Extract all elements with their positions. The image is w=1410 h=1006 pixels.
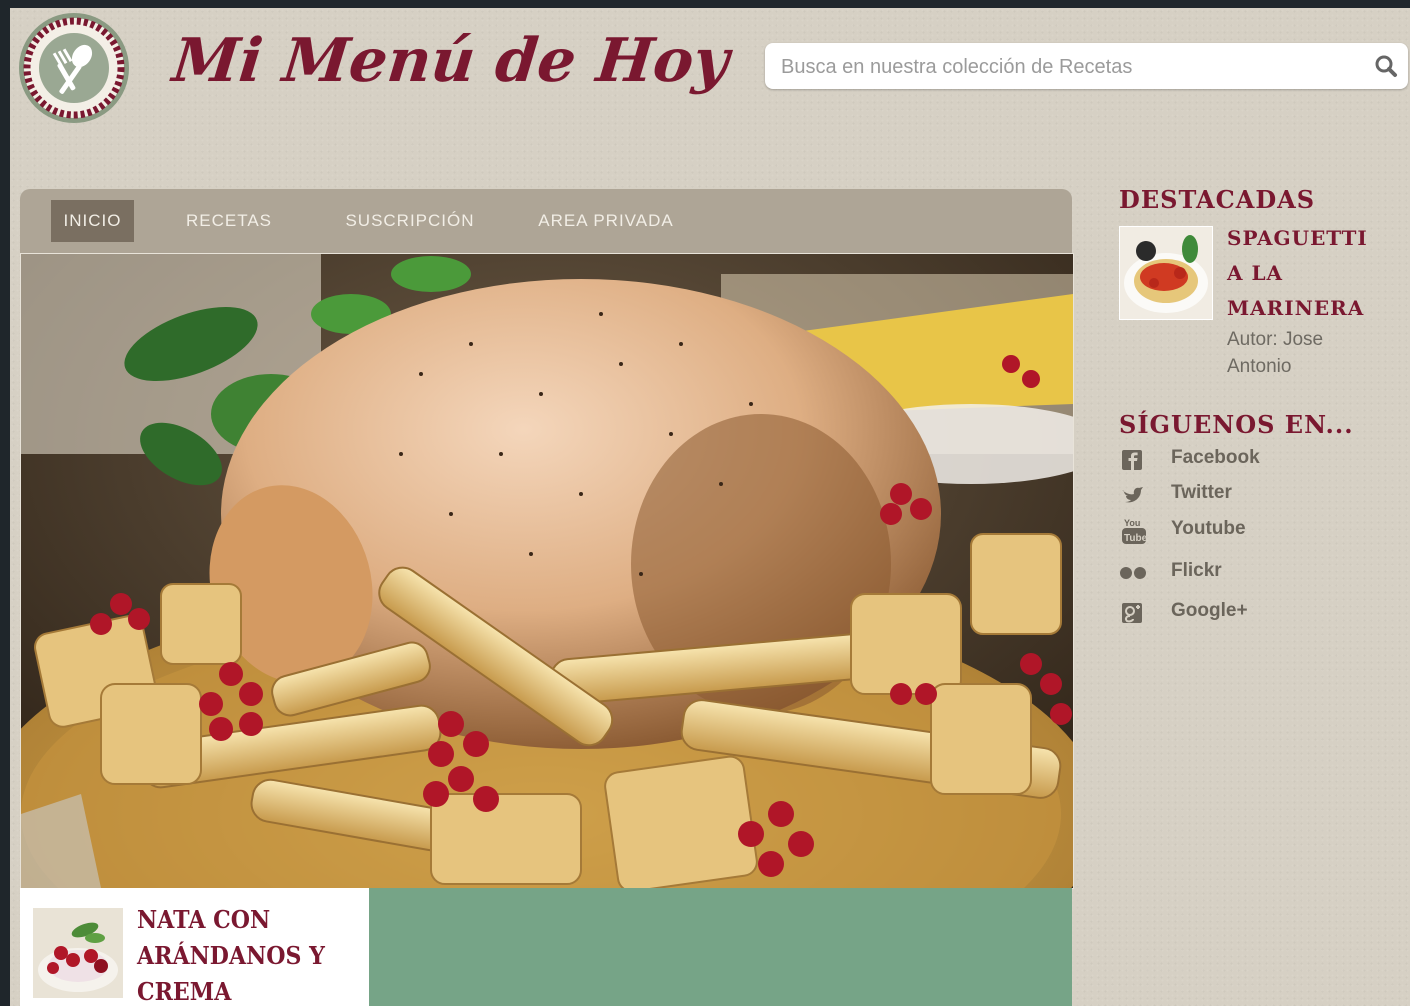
nav-item-recetas[interactable]: RECETAS: [180, 200, 278, 242]
nav-item-inicio[interactable]: INICIO: [51, 200, 134, 242]
featured-author: Autor: Jose Antonio: [1227, 329, 1324, 377]
social-item-facebook[interactable]: Facebook: [1119, 445, 1369, 475]
page: Mi Menú de Hoy INICIO RECETAS SUSCRIPCIÓ…: [10, 8, 1410, 1006]
social-label: Google+: [1171, 600, 1248, 621]
hero-image[interactable]: [20, 253, 1074, 889]
svg-text:You: You: [1124, 518, 1140, 528]
social-heading: SÍGUENOS EN...: [1119, 410, 1354, 439]
logo-badge[interactable]: [18, 12, 130, 124]
social-label: Facebook: [1171, 447, 1260, 468]
social-label: Flickr: [1171, 560, 1222, 581]
search-box: [765, 43, 1408, 89]
youtube-icon: You Tube: [1122, 518, 1147, 544]
nav-item-area-privada[interactable]: AREA PRIVADA: [532, 200, 680, 242]
featured-heading: DESTACADAS: [1119, 185, 1316, 214]
twitter-icon: [1122, 487, 1143, 503]
post-title[interactable]: NATA CON ARÁNDANOS Y CREMA: [137, 902, 339, 1006]
site-title[interactable]: Mi Menú de Hoy: [169, 26, 732, 96]
nav-item-suscripcion[interactable]: SUSCRIPCIÓN: [335, 200, 485, 242]
flickr-icon: [1120, 567, 1146, 579]
featured-title[interactable]: SPAGUETTI A LA MARINERA: [1227, 221, 1387, 326]
social-label: Youtube: [1171, 518, 1246, 539]
social-item-twitter[interactable]: Twitter: [1119, 480, 1369, 510]
post-thumbnail[interactable]: [33, 908, 123, 998]
search-input[interactable]: [779, 52, 1343, 82]
green-panel: [369, 888, 1072, 1006]
social-item-google-plus[interactable]: Google+: [1119, 598, 1369, 628]
social-item-flickr[interactable]: Flickr: [1119, 558, 1369, 588]
post-card[interactable]: NATA CON ARÁNDANOS Y CREMA: [20, 888, 369, 1006]
search-icon[interactable]: [1374, 54, 1398, 78]
main-nav: INICIO RECETAS SUSCRIPCIÓN AREA PRIVADA: [20, 189, 1072, 254]
facebook-icon: [1122, 450, 1142, 470]
social-label: Twitter: [1171, 482, 1232, 503]
svg-text:Tube: Tube: [1124, 533, 1147, 544]
social-item-youtube[interactable]: You Tube Youtube: [1119, 516, 1369, 546]
featured-thumbnail[interactable]: [1119, 226, 1213, 320]
google-plus-icon: [1122, 603, 1142, 623]
